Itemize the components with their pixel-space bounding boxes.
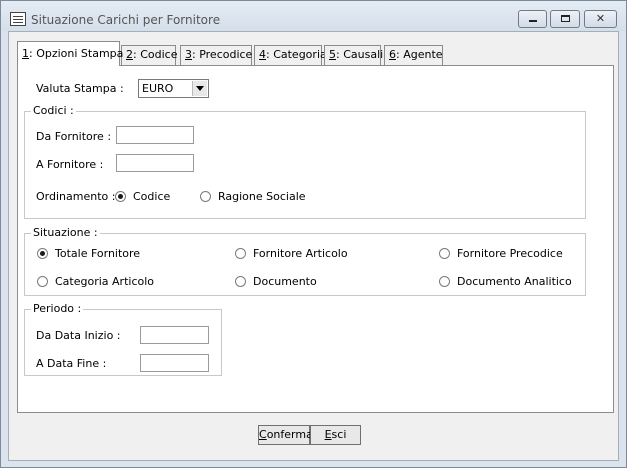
window-title: Situazione Carichi per Fornitore [31,13,221,27]
valuta-value: EURO [142,82,174,95]
tab-codice[interactable]: 2: Codice [121,45,177,65]
a-fornitore-label: A Fornitore : [36,158,104,171]
tab-categoria[interactable]: 4: Categoria [254,45,327,65]
data-inizio-label: Da Data Inizio : [36,329,121,342]
maximize-icon [560,15,570,22]
situazione-group: Situazione : Totale Fornitore Fornitore … [24,226,586,296]
radio-dot [235,276,246,287]
data-fine-input[interactable] [140,354,209,372]
periodo-title: Periodo : [31,302,84,315]
radio-dot [37,248,48,259]
radio-dot [439,276,450,287]
radio-fornitore-precodice-label: Fornitore Precodice [457,247,563,260]
tab-agente[interactable]: 6: Agente [384,45,443,65]
main-window: Situazione Carichi per Fornitore ✕ 1: Op… [0,0,627,468]
radio-fornitore-articolo-label: Fornitore Articolo [253,247,348,260]
a-fornitore-input[interactable] [116,154,194,172]
close-icon: ✕ [595,12,606,25]
da-fornitore-label: Da Fornitore : [36,130,112,143]
ordinamento-label: Ordinamento : [36,190,116,203]
radio-dot [235,248,246,259]
radio-documento-analitico-label: Documento Analitico [457,275,572,288]
valuta-label: Valuta Stampa : [36,82,124,95]
maximize-button[interactable] [550,10,580,28]
radio-totale-fornitore-label: Totale Fornitore [55,247,141,260]
codici-group: Codici : Da Fornitore : A Fornitore : Or… [24,104,586,219]
radio-categoria-articolo-label: Categoria Articolo [55,275,155,288]
codici-title: Codici : [31,104,76,117]
title-bar[interactable]: Situazione Carichi per Fornitore ✕ [1,1,626,31]
data-fine-label: A Data Fine : [36,357,107,370]
tab-causali[interactable]: 5: Causali [324,45,383,65]
radio-dot [115,191,126,202]
radio-dot [200,191,211,202]
client-area: 1: Opzioni Stampa 2: Codice 3: Precodice… [8,31,619,461]
chevron-down-icon[interactable] [192,81,207,96]
situazione-title: Situazione : [31,226,100,239]
radio-documento-label: Documento [253,275,317,288]
minimize-icon [528,20,537,22]
radio-dot [37,276,48,287]
close-button[interactable]: ✕ [584,10,617,28]
da-fornitore-input[interactable] [116,126,194,144]
periodo-group: Periodo : Da Data Inizio : A Data Fine : [24,302,222,376]
data-inizio-input[interactable] [140,326,209,344]
minimize-button[interactable] [518,10,547,28]
tab-opzioni-stampa[interactable]: 1: Opzioni Stampa [17,41,123,66]
conferma-button[interactable]: Conferma [258,425,313,445]
tab-panel-opzioni-stampa: Valuta Stampa : EURO Codici : Da Fornito… [17,65,614,413]
radio-dot [439,248,450,259]
radio-ragione-sociale-label: Ragione Sociale [218,190,306,203]
radio-codice-label: Codice [133,190,171,203]
app-icon[interactable] [10,12,26,26]
esci-button[interactable]: Esci [310,425,361,445]
valuta-select[interactable]: EURO [138,79,209,98]
tab-precodice[interactable]: 3: Precodice [180,45,252,65]
